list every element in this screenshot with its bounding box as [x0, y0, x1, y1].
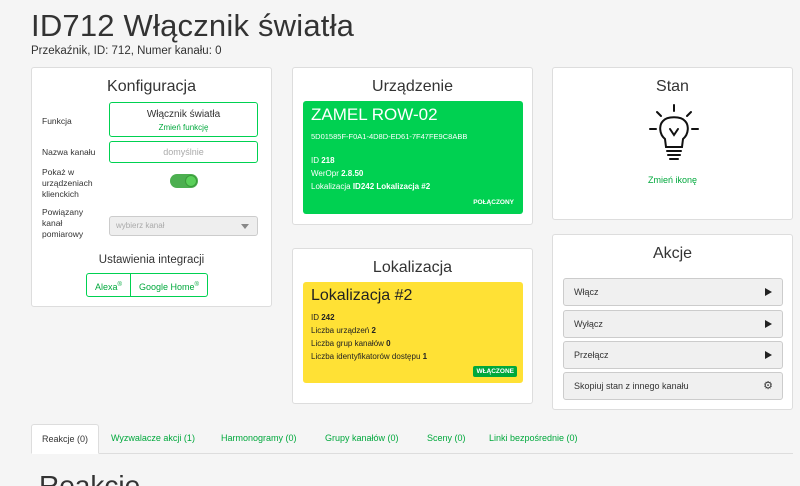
toggle-button[interactable]: Przełącz	[563, 341, 783, 369]
change-function-link[interactable]: Zmień funkcję	[110, 123, 257, 132]
device-title: Urządzenie	[372, 78, 453, 95]
actions-title: Akcje	[652, 245, 693, 262]
tabs-bar: Reakcje (0) Wyzwalacze akcji (1) Harmono…	[31, 424, 793, 454]
channel-name-input[interactable]: domyślnie	[109, 141, 258, 163]
location-card[interactable]: Lokalizacja #2 ID 242 Liczba urządzeń 2 …	[303, 282, 523, 383]
turn-off-label: Wyłącz	[574, 319, 603, 329]
location-access-line: Liczba identyfikatorów dostępu 1	[311, 352, 428, 361]
channel-name-label: Nazwa kanału	[42, 147, 96, 157]
registered-mark: ®	[194, 282, 199, 288]
device-name: ZAMEL ROW-02	[311, 105, 438, 124]
show-in-clients-label: Pokaż w urządzeniach klienckich	[42, 167, 93, 199]
device-version-line: WerOpr 2.8.50	[311, 169, 364, 178]
state-panel: Stan Zmień ikonę	[552, 67, 793, 220]
location-panel: Lokalizacja Lokalizacja #2 ID 242 Liczba…	[292, 248, 533, 404]
turn-on-label: Włącz	[574, 287, 599, 297]
change-icon-link[interactable]: Zmień ikonę	[553, 175, 792, 185]
page-title: ID712 Włącznik światła	[31, 8, 355, 43]
device-id-line: ID 218	[311, 156, 335, 165]
function-value: Włącznik światła	[146, 109, 221, 120]
integrations-group: Alexa® Google Home®	[86, 273, 208, 297]
location-name: Lokalizacja #2	[311, 287, 413, 304]
chevron-down-icon	[241, 224, 249, 229]
tab-schedules[interactable]: Harmonogramy (0)	[211, 424, 307, 454]
lightbulb-icon	[649, 104, 699, 160]
tab-reactions[interactable]: Reakcje (0)	[31, 424, 100, 454]
location-id-line: ID 242	[311, 313, 335, 322]
actions-panel: Akcje Włącz Wyłącz Przełącz Skopiuj stan…	[552, 234, 793, 410]
turn-off-button[interactable]: Wyłącz	[563, 310, 783, 338]
tab-channel-groups[interactable]: Grupy kanałów (0)	[315, 424, 409, 454]
state-title: Stan	[656, 78, 689, 95]
config-panel: Konfiguracja Funkcja Włącznik światła Zm…	[31, 67, 272, 307]
location-title: Lokalizacja	[372, 259, 453, 276]
function-label: Funkcja	[42, 116, 72, 126]
alexa-button[interactable]: Alexa®	[86, 273, 131, 297]
copy-state-button[interactable]: Skopiuj stan z innego kanału ⚙	[563, 372, 783, 400]
device-panel: Urządzenie ZAMEL ROW-02 5D01585F-F0A1-4D…	[292, 67, 533, 225]
google-home-button[interactable]: Google Home®	[130, 273, 208, 297]
related-channel-select[interactable]: wybierz kanał	[109, 216, 258, 236]
page-subtitle: Przekaźnik, ID: 712, Numer kanału: 0	[31, 45, 222, 57]
tab-scenes[interactable]: Sceny (0)	[417, 424, 476, 454]
toggle-knob	[185, 175, 197, 187]
device-card[interactable]: ZAMEL ROW-02 5D01585F-F0A1-4D8D-ED61-7F4…	[303, 101, 523, 214]
status-badge: POŁĄCZONY	[473, 199, 514, 206]
config-title: Konfiguracja	[107, 78, 196, 95]
device-location-line: Lokalizacja ID242 Lokalizacja #2	[311, 182, 431, 191]
tab-action-triggers[interactable]: Wyzwalacze akcji (1)	[101, 424, 205, 454]
play-icon	[765, 351, 772, 359]
location-devices-line: Liczba urządzeń 2	[311, 326, 376, 335]
device-guid: 5D01585F-F0A1-4D8D-ED61-7F47FE9C8ABB	[311, 132, 468, 141]
show-in-clients-toggle[interactable]	[170, 174, 198, 188]
location-groups-line: Liczba grup kanałów 0	[311, 339, 391, 348]
alexa-label: Alexa	[95, 282, 118, 292]
google-home-label: Google Home	[138, 282, 195, 292]
play-icon	[765, 320, 772, 328]
registered-mark: ®	[117, 282, 122, 288]
copy-state-label: Skopiuj stan z innego kanału	[574, 381, 689, 391]
status-badge: WŁĄCZONE	[473, 366, 517, 377]
function-box[interactable]: Włącznik światła Zmień funkcję	[109, 102, 258, 137]
related-channel-label: Powiązany kanał pomiarowy	[42, 207, 84, 239]
play-icon	[765, 288, 772, 296]
turn-on-button[interactable]: Włącz	[563, 278, 783, 306]
toggle-label: Przełącz	[574, 350, 609, 360]
integrations-title: Ustawienia integracji	[98, 254, 205, 266]
tab-direct-links[interactable]: Linki bezpośrednie (0)	[479, 424, 588, 454]
gear-icon: ⚙	[763, 380, 773, 392]
related-channel-placeholder: wybierz kanał	[116, 221, 165, 230]
section-heading: Reakcje	[39, 470, 141, 486]
